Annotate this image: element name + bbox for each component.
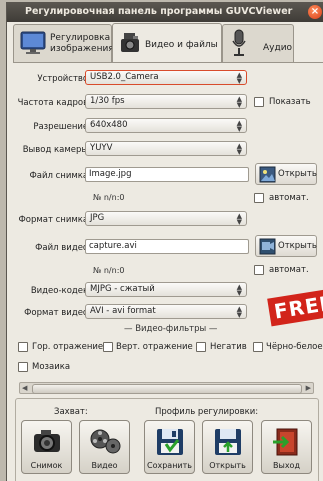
photo-camera-icon bbox=[34, 430, 60, 452]
framerate-value: 1/30 fps bbox=[90, 96, 125, 106]
open-profile-button[interactable]: Открыть bbox=[202, 420, 253, 474]
video-auto-checkbox[interactable] bbox=[254, 265, 264, 275]
tab-audio-label: Аудио bbox=[263, 43, 293, 53]
updown-arrows-icon: ▲ ▼ bbox=[236, 95, 242, 109]
camera-output-select[interactable]: YUYV ▲ ▼ bbox=[85, 141, 247, 156]
video-codec-value: MJPG - сжатый bbox=[90, 284, 155, 294]
capture-group-label: Захват: bbox=[54, 407, 88, 417]
updown-arrows-icon: ▲ ▼ bbox=[236, 142, 242, 156]
image-counter: № n/n:0 bbox=[93, 193, 125, 202]
save-profile-label: Сохранить bbox=[147, 461, 192, 470]
updown-arrows-icon: ▲ ▼ bbox=[236, 305, 242, 319]
open-video-file-label: Открыть bbox=[278, 241, 317, 251]
scrollbar-thumb[interactable] bbox=[32, 384, 302, 394]
filter-vmirror-label: Верт. отражение bbox=[116, 342, 193, 352]
camera-output-value: YUYV bbox=[90, 143, 113, 153]
video-format-value: AVI - avi format bbox=[90, 306, 156, 316]
open-profile-label: Открыть bbox=[209, 461, 246, 470]
filter-mosaic-checkbox[interactable] bbox=[18, 362, 28, 372]
tab-audio[interactable]: Аудио bbox=[222, 24, 294, 62]
tab-video-files-label: Видео и файлы bbox=[145, 40, 218, 50]
image-format-select[interactable]: JPG ▲ ▼ bbox=[85, 211, 247, 226]
filter-hmirror-label: Гор. отражение bbox=[32, 342, 104, 352]
device-select[interactable]: USB2.0_Camera ▲ ▼ bbox=[85, 70, 247, 85]
camera-icon bbox=[121, 33, 139, 52]
device-label: Устройство: bbox=[37, 74, 91, 84]
show-fps-label: Показать bbox=[269, 97, 311, 107]
filter-mosaic-label: Мозаика bbox=[32, 362, 71, 372]
video-format-label: Формат видео: bbox=[24, 308, 91, 318]
updown-arrows-icon: ▲ ▼ bbox=[236, 71, 242, 85]
video-counter: № n/n:0 bbox=[93, 266, 125, 275]
show-fps-checkbox[interactable] bbox=[254, 97, 264, 107]
image-file-label: Файл снимка: bbox=[29, 171, 91, 181]
updown-arrows-icon: ▲ ▼ bbox=[236, 212, 242, 226]
video-record-label: Видео bbox=[91, 461, 118, 470]
video-codec-label: Видео-кодек: bbox=[30, 286, 91, 296]
free-stamp: FREE bbox=[267, 289, 323, 327]
tab-video-files[interactable]: Видео и файлы bbox=[112, 23, 222, 63]
device-value: USB2.0_Camera bbox=[90, 72, 159, 82]
scroll-right-icon[interactable]: ▶ bbox=[306, 383, 311, 393]
updown-arrows-icon: ▲ ▼ bbox=[236, 119, 242, 133]
open-video-file-button[interactable]: Открыть bbox=[255, 235, 317, 257]
exit-button[interactable]: Выход bbox=[261, 420, 312, 474]
video-auto-label: автомат. bbox=[269, 265, 309, 275]
resolution-value: 640x480 bbox=[90, 120, 128, 130]
open-profile-icon bbox=[215, 429, 241, 455]
video-filters-title: — Видео-фильтры — bbox=[124, 324, 218, 334]
settings-window: Регулировочная панель программы GUVCView… bbox=[6, 2, 323, 481]
framerate-label: Частота кадров: bbox=[17, 98, 91, 108]
resolution-label: Разрешение: bbox=[33, 122, 91, 132]
updown-arrows-icon: ▲ ▼ bbox=[236, 283, 242, 297]
tab-image-controls[interactable]: Регулировка изображения bbox=[13, 24, 114, 62]
video-record-button[interactable]: Видео bbox=[79, 420, 130, 474]
video-file-label: Файл видео: bbox=[35, 243, 91, 253]
image-file-icon bbox=[259, 166, 276, 183]
horizontal-scrollbar[interactable]: ◀ ▶ bbox=[19, 382, 314, 394]
scroll-left-icon[interactable]: ◀ bbox=[22, 383, 27, 393]
filter-vmirror-checkbox[interactable] bbox=[103, 342, 113, 352]
film-reel-icon bbox=[90, 429, 121, 454]
video-codec-select[interactable]: MJPG - сжатый ▲ ▼ bbox=[85, 282, 247, 297]
profile-group-label: Профиль регулировки: bbox=[155, 407, 259, 417]
tab-divider bbox=[13, 62, 323, 63]
close-button[interactable]: × bbox=[308, 5, 322, 19]
title-bar[interactable]: Регулировочная панель программы GUVCView… bbox=[7, 2, 323, 22]
save-profile-button[interactable]: Сохранить bbox=[144, 420, 195, 474]
video-file-input[interactable]: capture.avi bbox=[85, 239, 249, 254]
framerate-select[interactable]: 1/30 fps ▲ ▼ bbox=[85, 94, 247, 109]
video-file-icon bbox=[259, 238, 276, 255]
image-auto-label: автомат. bbox=[269, 193, 309, 203]
filter-negative-checkbox[interactable] bbox=[196, 342, 206, 352]
open-image-file-label: Открыть bbox=[278, 169, 317, 179]
filter-mono-label: Чёрно-белое bbox=[266, 342, 323, 352]
video-format-select[interactable]: AVI - avi format ▲ ▼ bbox=[85, 304, 247, 319]
image-auto-checkbox[interactable] bbox=[254, 193, 264, 203]
resolution-select[interactable]: 640x480 ▲ ▼ bbox=[85, 118, 247, 133]
snapshot-label: Снимок bbox=[30, 461, 63, 470]
microphone-icon bbox=[232, 29, 246, 56]
snapshot-button[interactable]: Снимок bbox=[21, 420, 72, 474]
image-format-value: JPG bbox=[90, 213, 105, 223]
window-title: Регулировочная панель программы GUVCView… bbox=[25, 6, 293, 17]
filter-mono-checkbox[interactable] bbox=[253, 342, 263, 352]
monitor-icon bbox=[20, 31, 46, 54]
image-format-label: Формат снимка: bbox=[18, 215, 91, 225]
filter-hmirror-checkbox[interactable] bbox=[18, 342, 28, 352]
image-file-input[interactable]: Image.jpg bbox=[85, 167, 249, 182]
exit-label: Выход bbox=[273, 461, 300, 470]
save-icon bbox=[157, 429, 183, 455]
close-icon: × bbox=[310, 6, 320, 17]
tab-image-controls-label-1: Регулировка bbox=[50, 33, 111, 43]
exit-door-icon bbox=[273, 428, 298, 456]
tab-image-controls-label-2: изображения bbox=[50, 44, 114, 54]
filter-negative-label: Негатив bbox=[210, 342, 247, 352]
open-image-file-button[interactable]: Открыть bbox=[255, 163, 317, 185]
camera-output-label: Вывод камеры: bbox=[22, 145, 91, 155]
